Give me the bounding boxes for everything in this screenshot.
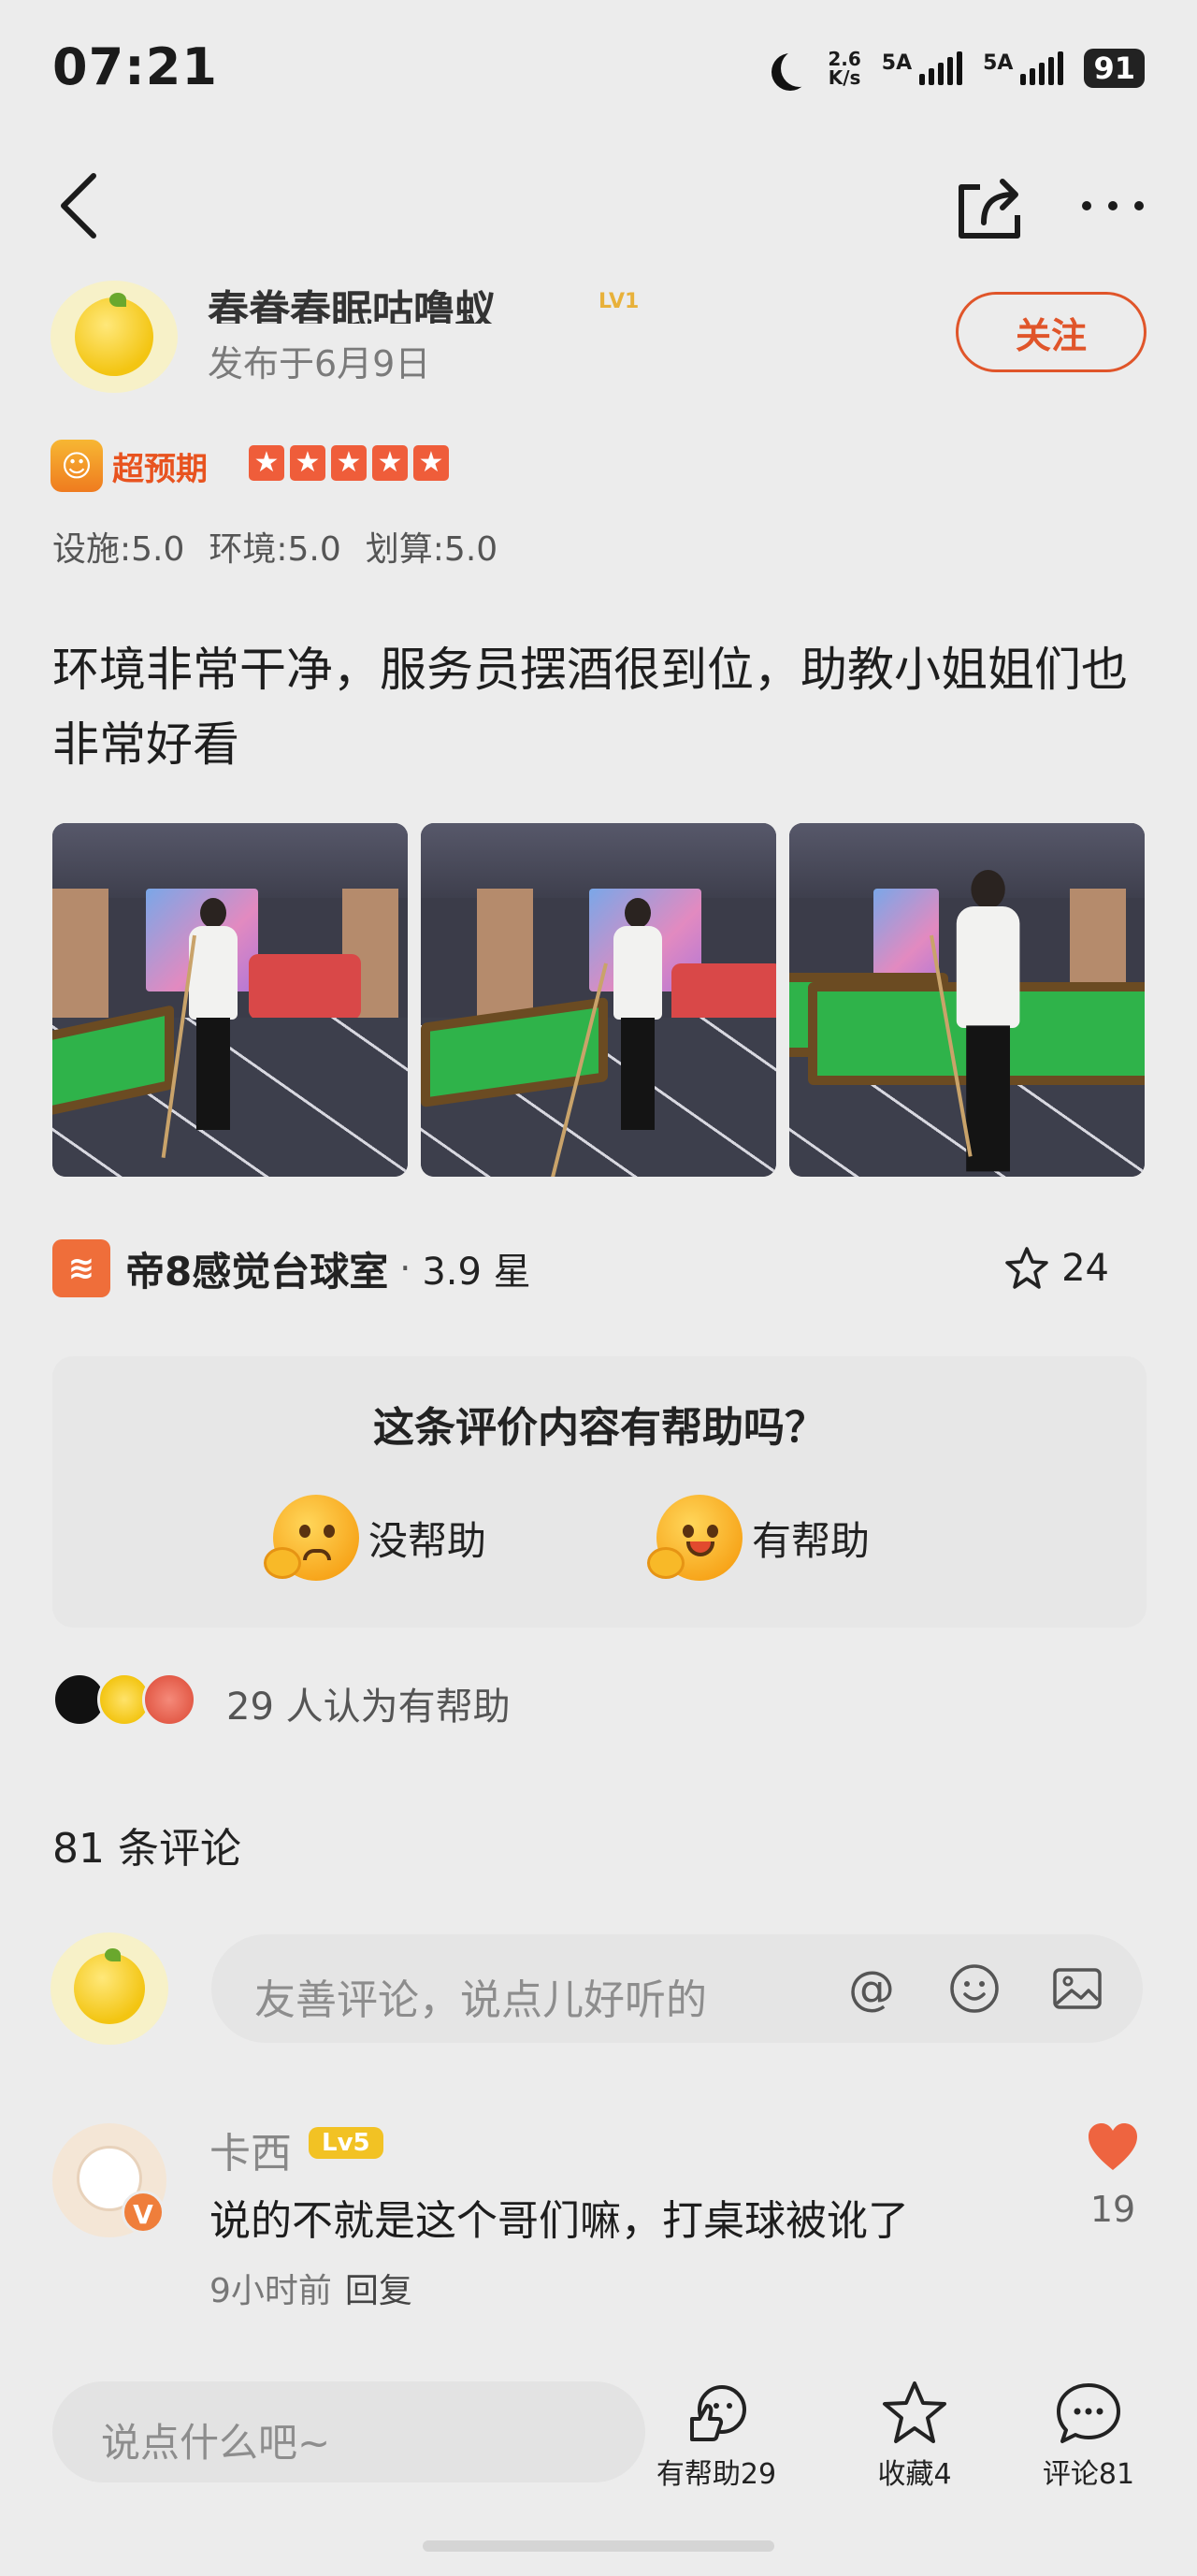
author-avatar[interactable] [50, 281, 178, 393]
heart-icon [1089, 2123, 1137, 2170]
back-button[interactable] [52, 168, 108, 243]
battery-indicator: 91 [1084, 49, 1145, 88]
not-helpful-label: 没帮助 [368, 1517, 487, 1564]
my-avatar [50, 1932, 168, 2045]
thumbs-up-face-icon [690, 2385, 746, 2441]
comment-bubble-icon [1057, 2383, 1120, 2443]
comment-like-count: 19 [1089, 2189, 1136, 2230]
comment-label: 评论81 [1042, 2458, 1135, 2491]
shop-icon: ≋ [52, 1239, 110, 1297]
rating-badge-label: 超预期 [112, 450, 208, 488]
comment-like-button[interactable] [1085, 2120, 1141, 2176]
helpful-user-avatars[interactable] [52, 1672, 196, 1727]
helpful-button[interactable]: 有帮助 [647, 1495, 871, 1581]
more-button[interactable] [1075, 187, 1150, 224]
star-icon: ★ [372, 445, 408, 481]
star-icon: ★ [249, 445, 284, 481]
image-icon[interactable] [1049, 1961, 1105, 2017]
mention-icon[interactable]: @ [844, 1961, 900, 2017]
score-environment: 环境:5.0 [209, 530, 341, 569]
status-icons: 2.6 K/s 5A 5A 91 [770, 45, 1145, 92]
network-speed-unit: K/s [828, 66, 861, 89]
comment-input-placeholder: 友善评论，说点儿好听的 [254, 1976, 707, 2024]
bottom-comment-input[interactable]: 说点什么吧~ [52, 2381, 645, 2482]
score-facility: 设施:5.0 [52, 530, 185, 569]
network-speed-value: 2.6 [828, 48, 861, 70]
comment-button[interactable]: 评论81 [1014, 2380, 1163, 2492]
home-indicator[interactable] [423, 2540, 774, 2552]
helpful-action-label: 有帮助29 [656, 2458, 777, 2491]
star-outline-icon [1005, 1247, 1048, 1289]
publish-date: 发布于6月9日 [208, 343, 431, 384]
signal-icon: 5A [983, 51, 1064, 85]
worried-face-icon [264, 1495, 359, 1581]
shop-favorite-button[interactable]: 24 [1003, 1245, 1109, 1292]
collect-button[interactable]: 收藏4 [840, 2380, 989, 2492]
shop-name: 帝8感觉台球室 [125, 1248, 389, 1295]
shop-link[interactable]: ≋ 帝8感觉台球室 · 3.9 星 24 [52, 1231, 1147, 1306]
comments-count: 81 条评论 [52, 1825, 241, 1873]
chevron-left-icon [61, 173, 96, 239]
comment-input[interactable]: 友善评论，说点儿好听的 @ [211, 1934, 1143, 2043]
lemon-icon [75, 292, 153, 376]
rating-badge: ☺ 超预期 [50, 440, 208, 492]
score-value: 划算:5.0 [365, 530, 498, 569]
star-icon: ★ [331, 445, 367, 481]
helpful-count-text: 29 人认为有帮助 [226, 1686, 511, 1729]
status-time: 07:21 [52, 37, 218, 96]
review-text: 环境非常干净，服务员摆酒很到位，助教小姐姐们也非常好看 [52, 643, 1128, 772]
review-photo-1[interactable] [52, 823, 408, 1177]
helpful-question: 这条评价内容有帮助吗？ [373, 1404, 826, 1452]
commenter-name[interactable]: 卡西 [209, 2120, 292, 2179]
avatar [142, 1672, 196, 1727]
star-icon: ★ [290, 445, 325, 481]
commenter-level-badge: Lv5 [309, 2127, 383, 2159]
happy-face-icon [647, 1495, 743, 1581]
bottom-input-placeholder: 说点什么吧~ [101, 2420, 331, 2466]
author-name[interactable]: 春眷春眠咕噜蚁 [208, 288, 496, 324]
follow-button[interactable]: 关注 [956, 292, 1147, 372]
emoji-icon[interactable] [946, 1961, 1002, 2017]
helpful-card: 这条评价内容有帮助吗？ 没帮助 有帮助 [52, 1356, 1147, 1628]
more-dots-icon [1082, 201, 1144, 210]
comment-meta: 9小时前 回复 [209, 2264, 412, 2312]
sim2-label: 5A [983, 51, 1014, 75]
review-photo-3[interactable] [789, 823, 1145, 1177]
share-button[interactable] [952, 168, 1027, 243]
collect-label: 收藏4 [877, 2458, 952, 2491]
not-helpful-button[interactable]: 没帮助 [264, 1495, 487, 1581]
comment-text: 说的不就是这个哥们嘛，打桌球被讹了 [209, 2197, 909, 2245]
author-level-badge: LV1 [598, 290, 640, 313]
shop-favorite-count: 24 [1061, 1247, 1109, 1290]
signal-icon: 5A [881, 51, 963, 85]
share-icon [959, 179, 1020, 239]
review-photo-2[interactable] [421, 823, 776, 1177]
sub-scores: 设施:5.0 环境:5.0 划算:5.0 [52, 522, 498, 571]
comment-time: 9小时前 [209, 2272, 332, 2310]
helpful-action-button[interactable]: 有帮助29 [642, 2380, 791, 2492]
helpful-label: 有帮助 [752, 1517, 871, 1564]
moon-icon [781, 50, 818, 87]
verified-badge: V [122, 2191, 165, 2234]
star-rating: ★ ★ ★ ★ ★ [249, 445, 449, 481]
star-icon: ★ [413, 445, 449, 481]
lemon-icon [74, 1948, 145, 2024]
shop-rating: 3.9 星 [422, 1251, 531, 1294]
surprise-face-icon: ☺ [50, 440, 103, 492]
reply-button[interactable]: 回复 [345, 2264, 412, 2312]
network-speed: 2.6 K/s [828, 50, 860, 87]
separator-dot: · [399, 1248, 411, 1289]
sim1-label: 5A [881, 51, 913, 75]
star-outline-icon [883, 2381, 946, 2443]
